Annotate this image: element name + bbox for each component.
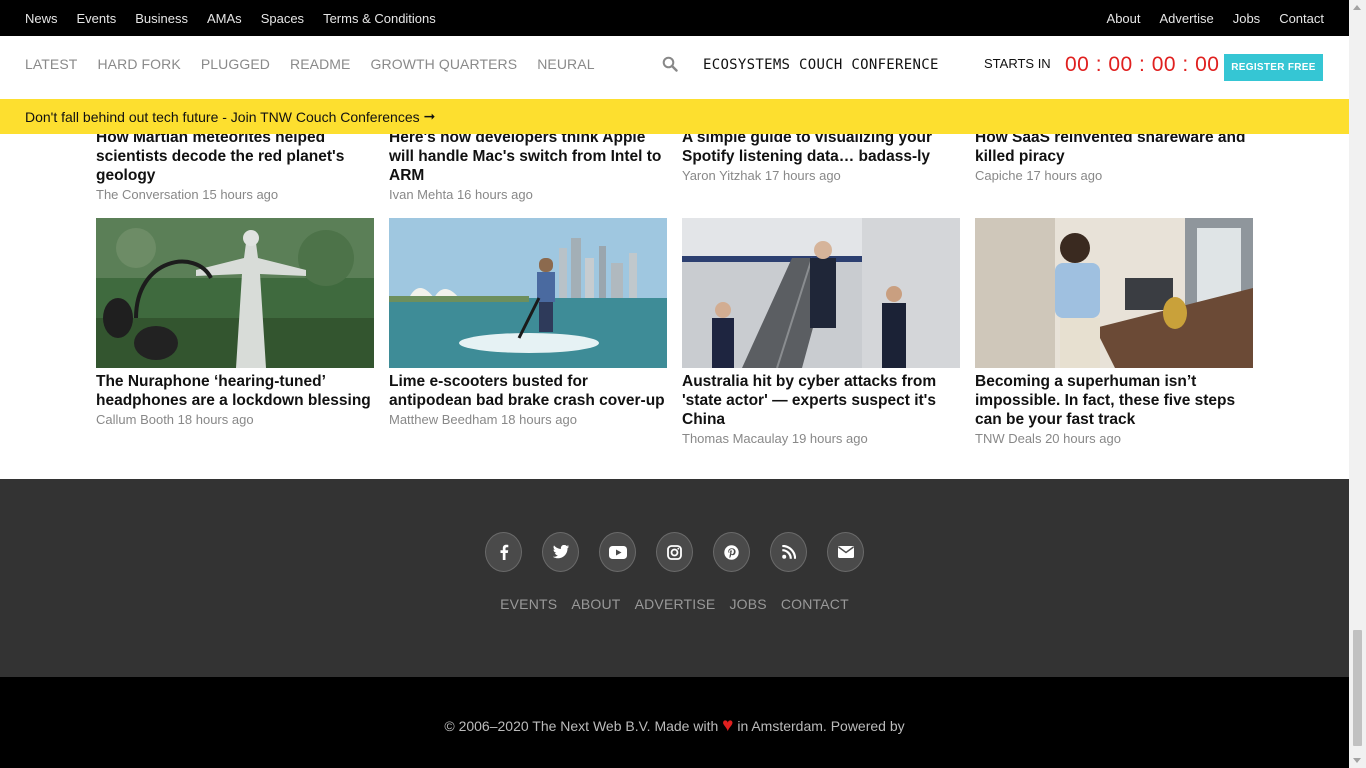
article-author[interactable]: Ivan Mehta (389, 187, 453, 202)
article-author[interactable]: TNW Deals (975, 431, 1041, 446)
article-meta: TNW Deals 20 hours ago (975, 429, 1253, 448)
banner-text: Don't fall behind out tech future - Join… (25, 108, 420, 125)
article-time: 15 hours ago (202, 187, 279, 202)
footer-link-events[interactable]: EVENTS (500, 596, 557, 612)
top-nav-news[interactable]: News (25, 11, 58, 26)
article-time: 16 hours ago (456, 187, 533, 202)
top-nav-left: News Events Business AMAs Spaces Terms &… (25, 0, 455, 36)
instagram-icon[interactable] (656, 532, 693, 572)
article-image-scooter-harbour[interactable] (389, 218, 667, 368)
article-author[interactable]: Callum Booth (96, 412, 174, 427)
top-nav-events[interactable]: Events (77, 11, 117, 26)
article-time: 19 hours ago (791, 431, 868, 446)
article-title[interactable]: Here's how developers think Apple will h… (389, 134, 667, 185)
article-time: 17 hours ago (1026, 168, 1103, 183)
article-image-plane-stairs[interactable] (682, 218, 960, 368)
heart-icon: ♥ (722, 715, 734, 736)
article-title[interactable]: How Martian meteorites helped scientists… (96, 134, 374, 185)
article-image-statue-headphones[interactable] (96, 218, 374, 368)
article-card[interactable]: How Martian meteorites helped scientists… (96, 134, 374, 204)
category-latest[interactable]: LATEST (25, 56, 77, 72)
category-nav-bar: LATEST HARD FORK PLUGGED README GROWTH Q… (0, 36, 1349, 99)
top-nav-terms[interactable]: Terms & Conditions (323, 11, 436, 26)
conference-title[interactable]: ECOSYSTEMS COUCH CONFERENCE (703, 57, 939, 73)
article-meta: Yaron Yitzhak 17 hours ago (682, 166, 960, 185)
article-meta: Callum Booth 18 hours ago (96, 410, 374, 429)
article-meta: Thomas Macaulay 19 hours ago (682, 429, 960, 448)
mail-icon[interactable] (827, 532, 864, 572)
article-meta: Capiche 17 hours ago (975, 166, 1253, 185)
top-nav-spaces[interactable]: Spaces (261, 11, 304, 26)
top-nav-about[interactable]: About (1107, 11, 1141, 26)
rss-icon[interactable] (770, 532, 807, 572)
article-card[interactable]: Here's how developers think Apple will h… (389, 134, 667, 204)
top-nav-business[interactable]: Business (135, 11, 188, 26)
copyright-bar: © 2006–2020 The Next Web B.V. Made with … (0, 677, 1349, 768)
social-links (0, 532, 1349, 572)
article-author[interactable]: The Conversation (96, 187, 199, 202)
pinterest-icon[interactable] (713, 532, 750, 572)
article-card[interactable]: Lime e-scooters busted for antipodean ba… (389, 218, 667, 429)
scroll-down-arrow-icon[interactable] (1353, 758, 1361, 763)
article-author[interactable]: Matthew Beedham (389, 412, 497, 427)
starts-in-label: STARTS IN (984, 56, 1051, 71)
search-icon[interactable] (662, 56, 678, 72)
article-card[interactable]: How SaaS reinvented shareware and killed… (975, 134, 1253, 185)
top-nav-jobs[interactable]: Jobs (1233, 11, 1260, 26)
article-grid: How Martian meteorites helped scientists… (0, 134, 1349, 479)
article-title[interactable]: How SaaS reinvented shareware and killed… (975, 134, 1253, 166)
copyright-prefix: © 2006–2020 The Next Web B.V. Made with (444, 718, 719, 734)
scrollbar-thumb[interactable] (1353, 630, 1362, 746)
article-card[interactable]: The Nuraphone ‘hearing-tuned’ headphones… (96, 218, 374, 429)
article-title[interactable]: Lime e-scooters busted for antipodean ba… (389, 372, 667, 410)
category-plugged[interactable]: PLUGGED (201, 56, 270, 72)
article-time: 18 hours ago (177, 412, 254, 427)
category-list: LATEST HARD FORK PLUGGED README GROWTH Q… (25, 36, 615, 92)
article-time: 18 hours ago (501, 412, 577, 427)
article-title[interactable]: Becoming a superhuman isn’t impossible. … (975, 372, 1253, 429)
footer-link-advertise[interactable]: ADVERTISE (635, 596, 716, 612)
top-bar: News Events Business AMAs Spaces Terms &… (0, 0, 1349, 36)
category-neural[interactable]: NEURAL (537, 56, 594, 72)
article-meta: Matthew Beedham 18 hours ago (389, 410, 667, 429)
article-time: 20 hours ago (1045, 431, 1121, 446)
category-growth-quarters[interactable]: GROWTH QUARTERS (371, 56, 518, 72)
article-card[interactable]: Australia hit by cyber attacks from 'sta… (682, 218, 960, 448)
footer-link-contact[interactable]: CONTACT (781, 596, 849, 612)
top-nav-amas[interactable]: AMAs (207, 11, 242, 26)
article-author[interactable]: Yaron Yitzhak (682, 168, 761, 183)
footer-link-about[interactable]: ABOUT (571, 596, 620, 612)
article-meta: Ivan Mehta 16 hours ago (389, 185, 667, 204)
top-nav-contact[interactable]: Contact (1279, 11, 1324, 26)
article-image-man-at-desk[interactable] (975, 218, 1253, 368)
article-card[interactable]: A simple guide to visualizing your Spoti… (682, 134, 960, 185)
article-title[interactable]: Australia hit by cyber attacks from 'sta… (682, 372, 960, 429)
site-footer: EVENTS ABOUT ADVERTISE JOBS CONTACT (0, 479, 1349, 677)
top-nav-advertise[interactable]: Advertise (1160, 11, 1214, 26)
arrow-right-icon: ➞ (423, 108, 436, 124)
copyright-text: © 2006–2020 The Next Web B.V. Made with … (0, 715, 1349, 737)
article-title[interactable]: The Nuraphone ‘hearing-tuned’ headphones… (96, 372, 374, 410)
scroll-up-arrow-icon[interactable] (1353, 5, 1361, 10)
article-card[interactable]: Becoming a superhuman isn’t impossible. … (975, 218, 1253, 448)
footer-links: EVENTS ABOUT ADVERTISE JOBS CONTACT (0, 596, 1349, 612)
footer-link-jobs[interactable]: JOBS (729, 596, 766, 612)
youtube-icon[interactable] (599, 532, 636, 572)
page-scrollbar[interactable] (1349, 0, 1366, 768)
article-meta: The Conversation 15 hours ago (96, 185, 374, 204)
top-nav-right: About Advertise Jobs Contact (1088, 0, 1324, 36)
article-title[interactable]: A simple guide to visualizing your Spoti… (682, 134, 960, 166)
conference-banner[interactable]: Don't fall behind out tech future - Join… (0, 99, 1349, 134)
article-author[interactable]: Capiche (975, 168, 1023, 183)
category-readme[interactable]: README (290, 56, 351, 72)
twitter-icon[interactable] (542, 532, 579, 572)
countdown-timer: 00 : 00 : 00 : 00 (1065, 53, 1220, 76)
article-author[interactable]: Thomas Macaulay (682, 431, 788, 446)
copyright-suffix: in Amsterdam. Powered by (737, 718, 905, 734)
facebook-icon[interactable] (485, 532, 522, 572)
article-time: 17 hours ago (764, 168, 841, 183)
register-free-button[interactable]: REGISTER FREE (1224, 54, 1323, 81)
category-hard-fork[interactable]: HARD FORK (97, 56, 180, 72)
